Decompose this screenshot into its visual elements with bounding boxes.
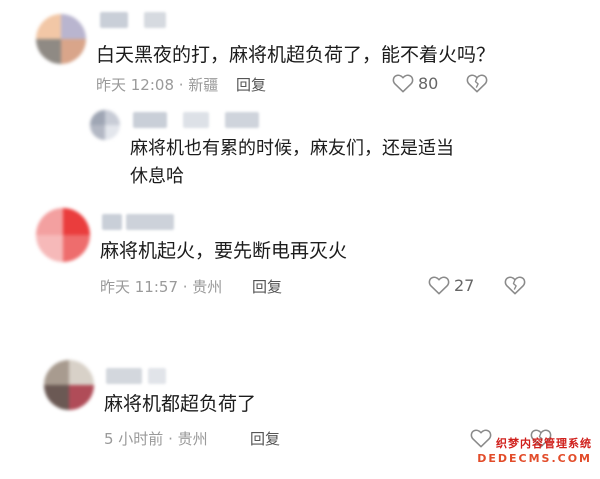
broken-heart-icon <box>504 276 526 295</box>
avatar[interactable] <box>44 360 94 410</box>
watermark-line-2: DEDECMS.COM <box>477 452 592 465</box>
comment-meta: 昨天 11:57 · 贵州 <box>100 278 223 296</box>
avatar[interactable] <box>36 208 90 262</box>
like-count: 27 <box>454 275 475 295</box>
reply-text-line-2: 休息哈 <box>130 166 184 187</box>
like-button[interactable]: 80 <box>392 73 438 93</box>
reply-text-line-1: 麻将机也有累的时候，麻友们，还是适当 <box>130 138 454 159</box>
broken-heart-icon <box>466 74 488 93</box>
username[interactable] <box>106 368 176 384</box>
reply-button[interactable]: 回复 <box>252 276 282 297</box>
heart-outline-icon <box>392 74 414 93</box>
dislike-button[interactable] <box>466 73 488 97</box>
avatar[interactable] <box>36 14 86 64</box>
comment-meta: 昨天 12:08 · 新疆 <box>96 76 219 94</box>
site-watermark: 织梦内容管理系统 DEDECMS.COM <box>477 435 592 465</box>
reply-button[interactable]: 回复 <box>250 428 280 449</box>
like-button[interactable]: 27 <box>428 275 474 295</box>
comment-text: 麻将机起火，要先断电再灭火 <box>100 240 348 262</box>
dislike-button[interactable] <box>504 275 526 299</box>
reply-button[interactable]: 回复 <box>236 74 266 95</box>
username[interactable] <box>133 112 263 128</box>
comment-text: 白天黑夜的打，麻将机超负荷了，能不着火吗？ <box>96 44 496 66</box>
username[interactable] <box>100 12 170 28</box>
watermark-line-1: 织梦内容管理系统 <box>496 437 592 450</box>
heart-outline-icon <box>428 276 450 295</box>
avatar[interactable] <box>90 110 120 140</box>
comment-text: 麻将机都超负荷了 <box>104 393 257 415</box>
username[interactable] <box>102 214 182 230</box>
comment-meta: 5 小时前 · 贵州 <box>104 430 208 448</box>
like-count: 80 <box>418 73 439 93</box>
